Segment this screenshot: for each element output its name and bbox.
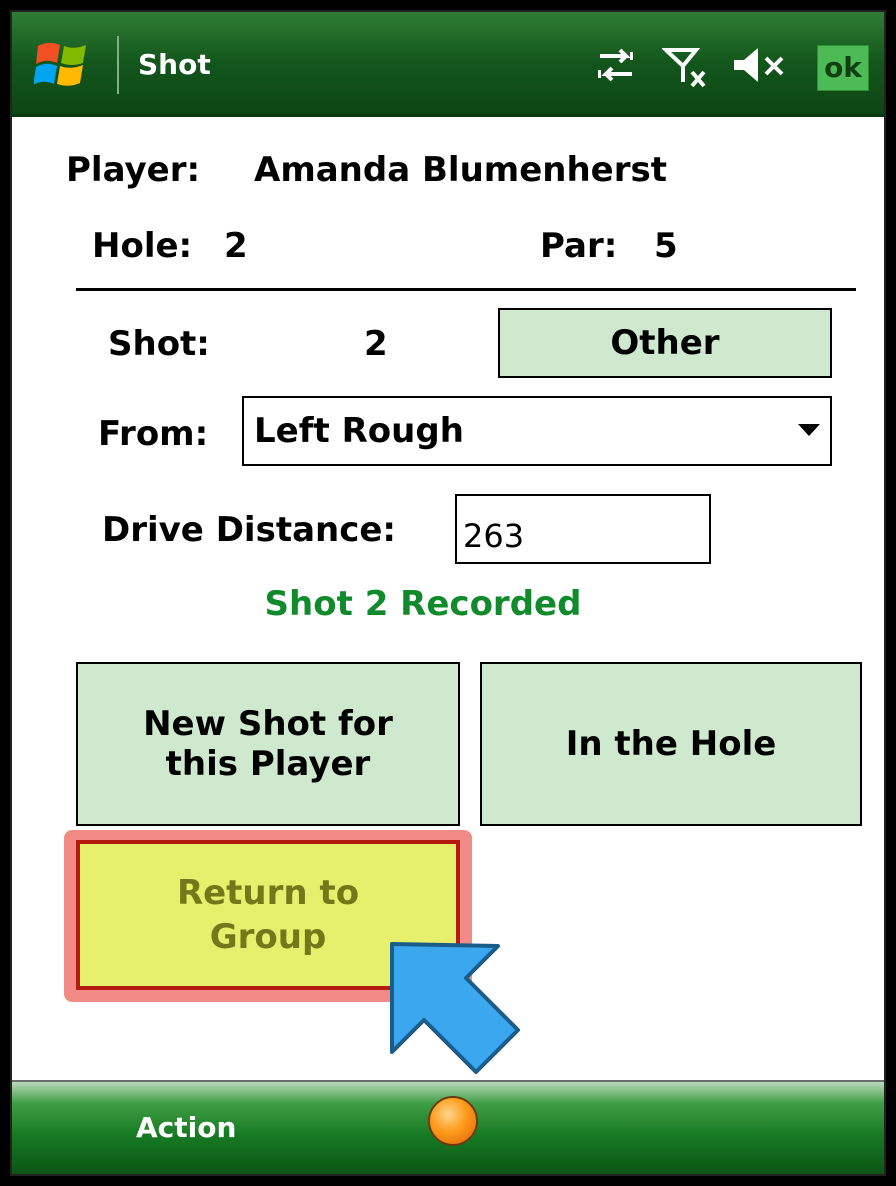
new-shot-button[interactable]: New Shot for this Player — [76, 662, 460, 826]
bottom-menu-bar: Action — [12, 1080, 884, 1174]
title-separator — [117, 36, 119, 94]
signal-off-icon[interactable] — [662, 42, 708, 88]
shot-label: Shot: — [108, 324, 210, 364]
new-shot-label-line1: New Shot for — [143, 704, 393, 744]
player-label: Player: — [66, 150, 201, 190]
return-label-line1: Return to — [176, 873, 360, 913]
ok-button[interactable]: ok — [817, 45, 869, 91]
par-value: 5 — [654, 226, 678, 266]
shot-number: 2 — [364, 324, 388, 364]
header-divider — [76, 288, 856, 291]
from-dropdown[interactable]: Left Rough — [242, 396, 832, 466]
hole-label: Hole: — [92, 226, 193, 266]
app-title: Shot — [138, 48, 211, 81]
menu-orb-icon[interactable] — [428, 1096, 478, 1146]
in-the-hole-button[interactable]: In the Hole — [480, 662, 862, 826]
from-label: From: — [98, 414, 209, 454]
drive-distance-input[interactable] — [455, 494, 711, 564]
volume-muted-icon[interactable] — [730, 42, 788, 88]
sync-arrows-icon[interactable] — [594, 42, 638, 88]
title-bar: Shot ok — [12, 12, 884, 117]
pointer-arrow-icon — [390, 942, 520, 1074]
player-name: Amanda Blumenherst — [254, 150, 667, 190]
return-label-line2: Group — [209, 917, 327, 957]
windows-start-icon[interactable] — [34, 36, 90, 92]
from-selected-value: Left Rough — [254, 411, 464, 451]
device-screen: Shot ok Player: Amanda Blumenherst Hole:… — [10, 10, 886, 1176]
shot-type-button[interactable]: Other — [498, 308, 832, 378]
drive-distance-label: Drive Distance: — [102, 510, 397, 550]
action-softkey[interactable]: Action — [136, 1112, 236, 1144]
chevron-down-icon[interactable] — [798, 424, 820, 436]
status-message: Shot 2 Recorded — [264, 584, 582, 624]
par-label: Par: — [540, 226, 618, 266]
hole-value: 2 — [224, 226, 248, 266]
new-shot-label-line2: this Player — [165, 744, 371, 784]
